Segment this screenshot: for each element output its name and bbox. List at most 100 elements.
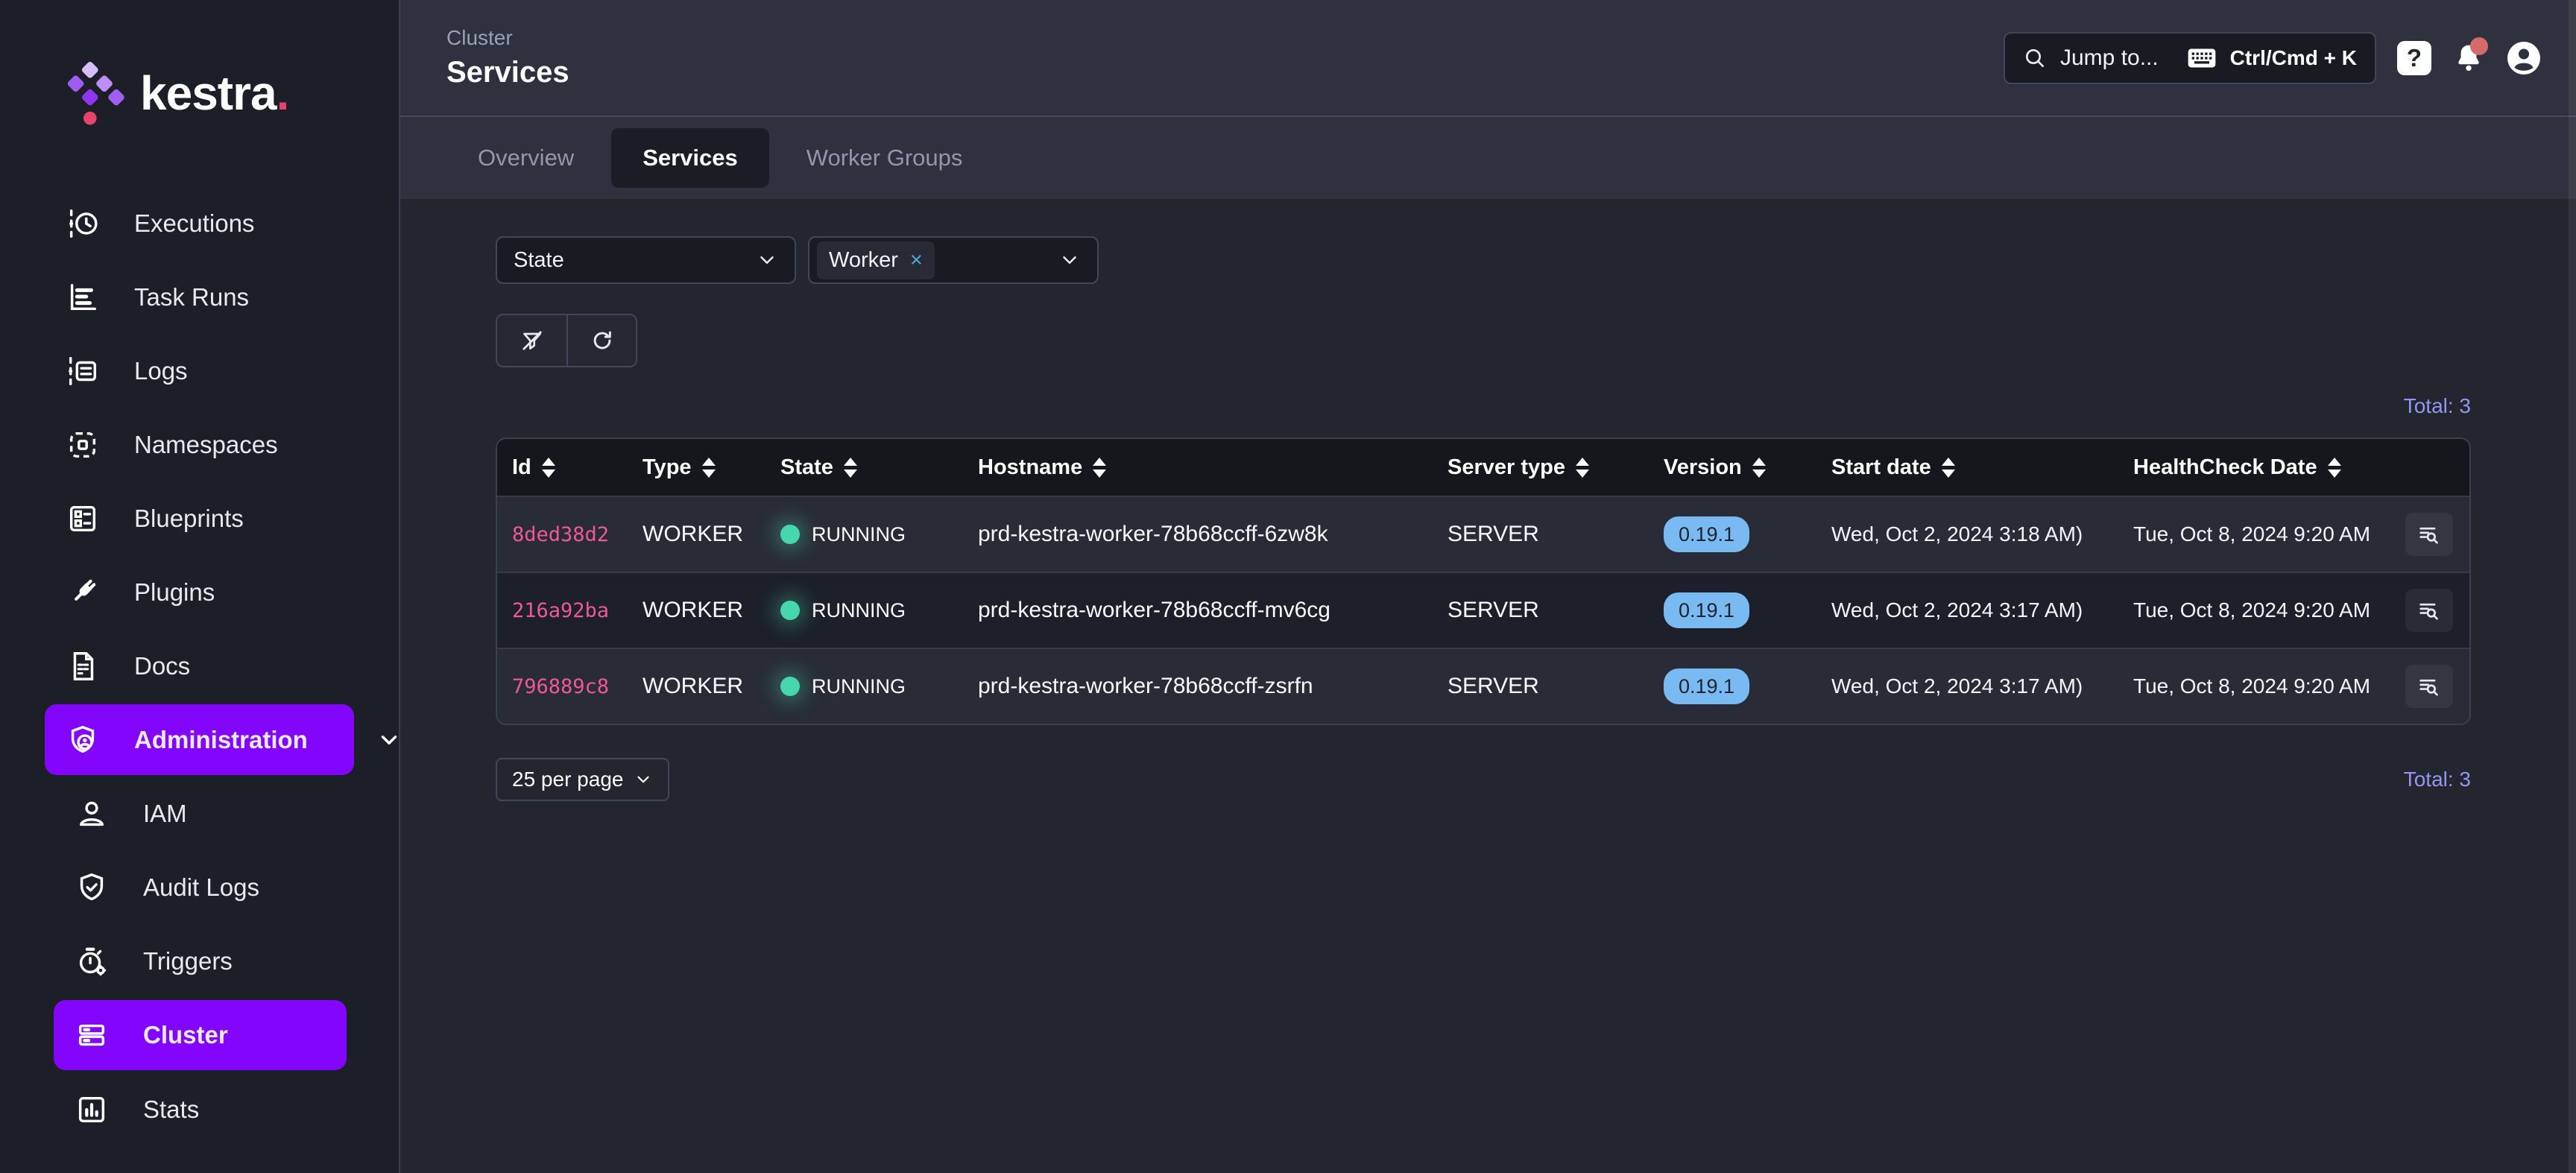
tab-bar: Overview Services Worker Groups xyxy=(400,116,2576,199)
sidebar-item-task-runs[interactable]: Task Runs xyxy=(0,260,399,334)
column-header-server-type[interactable]: Server type xyxy=(1448,455,1664,480)
refresh-icon xyxy=(590,328,615,353)
server-icon xyxy=(75,1018,109,1052)
filters-row: State Worker × xyxy=(496,236,2471,284)
sidebar-item-triggers[interactable]: Triggers xyxy=(0,924,399,998)
kestra-logo[interactable]: kestra. xyxy=(0,0,399,186)
start-date: Wed, Oct 2, 2024 3:17 AM) xyxy=(1831,598,2133,622)
sidebar-item-namespaces[interactable]: Namespaces xyxy=(0,408,399,481)
clear-filters-button[interactable] xyxy=(497,315,566,366)
sidebar-item-administration[interactable]: Administration xyxy=(45,704,354,775)
sort-icon xyxy=(542,458,555,478)
sidebar-menu: Executions Task Runs Logs xyxy=(0,186,399,1146)
view-logs-button[interactable] xyxy=(2405,513,2453,556)
user-menu-button[interactable] xyxy=(2506,40,2542,76)
table-actions-group xyxy=(496,314,637,367)
notifications-button[interactable] xyxy=(2452,42,2485,75)
column-header-version[interactable]: Version xyxy=(1664,455,1831,480)
timer-cog-icon xyxy=(75,944,109,978)
column-header-hostname[interactable]: Hostname xyxy=(978,455,1448,480)
version-badge: 0.19.1 xyxy=(1664,592,1749,628)
service-id-link[interactable]: 216a92ba xyxy=(512,599,643,622)
chevron-down-icon xyxy=(1058,249,1081,271)
sidebar-item-docs[interactable]: Docs xyxy=(0,629,399,703)
table-header: Id Type State Hostname Server type Versi… xyxy=(497,439,2469,496)
pagination-row: 25 per page Total: 3 xyxy=(496,758,2471,801)
services-table: Id Type State Hostname Server type Versi… xyxy=(496,437,2471,725)
sort-icon xyxy=(1752,458,1766,478)
search-placeholder: Jump to... xyxy=(2060,45,2159,71)
service-hostname: prd-kestra-worker-78b68ccff-zsrfn xyxy=(978,674,1448,699)
total-count-bottom: Total: 3 xyxy=(2404,768,2471,791)
state-filter-select[interactable]: State xyxy=(496,236,796,284)
shortcut-hint: Ctrl/Cmd + K xyxy=(2230,46,2357,70)
sidebar-item-logs[interactable]: Logs xyxy=(0,334,399,408)
shield-check-icon xyxy=(75,870,109,905)
keyboard-icon xyxy=(2187,47,2217,69)
sidebar-item-label: Triggers xyxy=(143,947,233,976)
service-type: WORKER xyxy=(643,522,780,547)
notification-badge xyxy=(2470,37,2488,55)
app-root: kestra. Executions Task Runs xyxy=(0,0,2576,1173)
start-date: Wed, Oct 2, 2024 3:18 AM) xyxy=(1831,522,2133,546)
table-row: 216a92ba WORKER RUNNING prd-kestra-worke… xyxy=(497,572,2469,648)
sidebar-item-iam[interactable]: IAM xyxy=(0,777,399,850)
sidebar-item-executions[interactable]: Executions xyxy=(0,186,399,260)
sidebar-item-label: Plugins xyxy=(134,578,215,607)
tab-services[interactable]: Services xyxy=(611,128,769,188)
sort-icon xyxy=(702,458,716,478)
sidebar-item-label: Logs xyxy=(134,357,188,385)
text-search-icon xyxy=(2416,522,2442,547)
kestra-logo-icon xyxy=(60,60,125,126)
sidebar-item-label: Namespaces xyxy=(134,431,278,459)
power-plug-icon xyxy=(66,575,100,610)
search-icon xyxy=(2023,46,2047,70)
ballot-icon xyxy=(66,502,100,536)
scrollbar[interactable] xyxy=(2569,0,2576,1173)
refresh-button[interactable] xyxy=(566,315,636,366)
version-badge: 0.19.1 xyxy=(1664,516,1749,552)
view-logs-button[interactable] xyxy=(2405,665,2453,708)
service-id-link[interactable]: 796889c8 xyxy=(512,675,643,698)
column-header-healthcheck-date[interactable]: HealthCheck Date xyxy=(2133,455,2398,480)
healthcheck-date: Tue, Oct 8, 2024 9:20 AM xyxy=(2133,598,2398,622)
chevron-down-icon xyxy=(376,727,402,753)
sidebar-item-label: Blueprints xyxy=(134,505,244,533)
column-header-type[interactable]: Type xyxy=(643,455,780,480)
sidebar-item-stats[interactable]: Stats xyxy=(0,1072,399,1146)
shield-account-icon xyxy=(66,723,100,757)
service-state: RUNNING xyxy=(780,599,978,622)
timeline-clock-icon xyxy=(66,206,100,241)
total-count-top: Total: 3 xyxy=(496,394,2471,418)
page-heading: Cluster Services xyxy=(446,26,569,89)
tab-worker-groups[interactable]: Worker Groups xyxy=(775,128,994,188)
sidebar-item-cluster[interactable]: Cluster xyxy=(54,1000,347,1070)
help-button[interactable]: ? xyxy=(2397,41,2431,75)
chart-box-icon xyxy=(75,1093,109,1127)
table-row: 8ded38d2 WORKER RUNNING prd-kestra-worke… xyxy=(497,496,2469,572)
column-header-state[interactable]: State xyxy=(780,455,978,480)
search-input[interactable]: Jump to... Ctrl/Cmd + K xyxy=(2004,32,2376,84)
view-logs-button[interactable] xyxy=(2405,589,2453,632)
tab-overview[interactable]: Overview xyxy=(446,128,605,188)
column-header-start-date[interactable]: Start date xyxy=(1831,455,2133,480)
service-id-link[interactable]: 8ded38d2 xyxy=(512,523,643,546)
chevron-down-icon xyxy=(756,249,778,271)
text-search-icon xyxy=(2416,598,2442,623)
help-icon: ? xyxy=(2397,41,2431,75)
sort-icon xyxy=(844,458,857,478)
table-row: 796889c8 WORKER RUNNING prd-kestra-worke… xyxy=(497,648,2469,724)
service-state: RUNNING xyxy=(780,523,978,546)
chevron-down-icon xyxy=(634,770,653,789)
sidebar-item-audit-logs[interactable]: Audit Logs xyxy=(0,850,399,924)
per-page-select[interactable]: 25 per page xyxy=(496,758,669,801)
sidebar-item-blueprints[interactable]: Blueprints xyxy=(0,481,399,555)
type-filter-select[interactable]: Worker × xyxy=(808,236,1099,284)
sidebar-item-label: IAM xyxy=(143,800,187,828)
sort-icon xyxy=(1942,458,1955,478)
sidebar-item-plugins[interactable]: Plugins xyxy=(0,555,399,629)
column-header-id[interactable]: Id xyxy=(512,455,643,480)
remove-tag-icon[interactable]: × xyxy=(910,250,923,271)
start-date: Wed, Oct 2, 2024 3:17 AM) xyxy=(1831,674,2133,698)
running-status-dot xyxy=(780,525,800,544)
